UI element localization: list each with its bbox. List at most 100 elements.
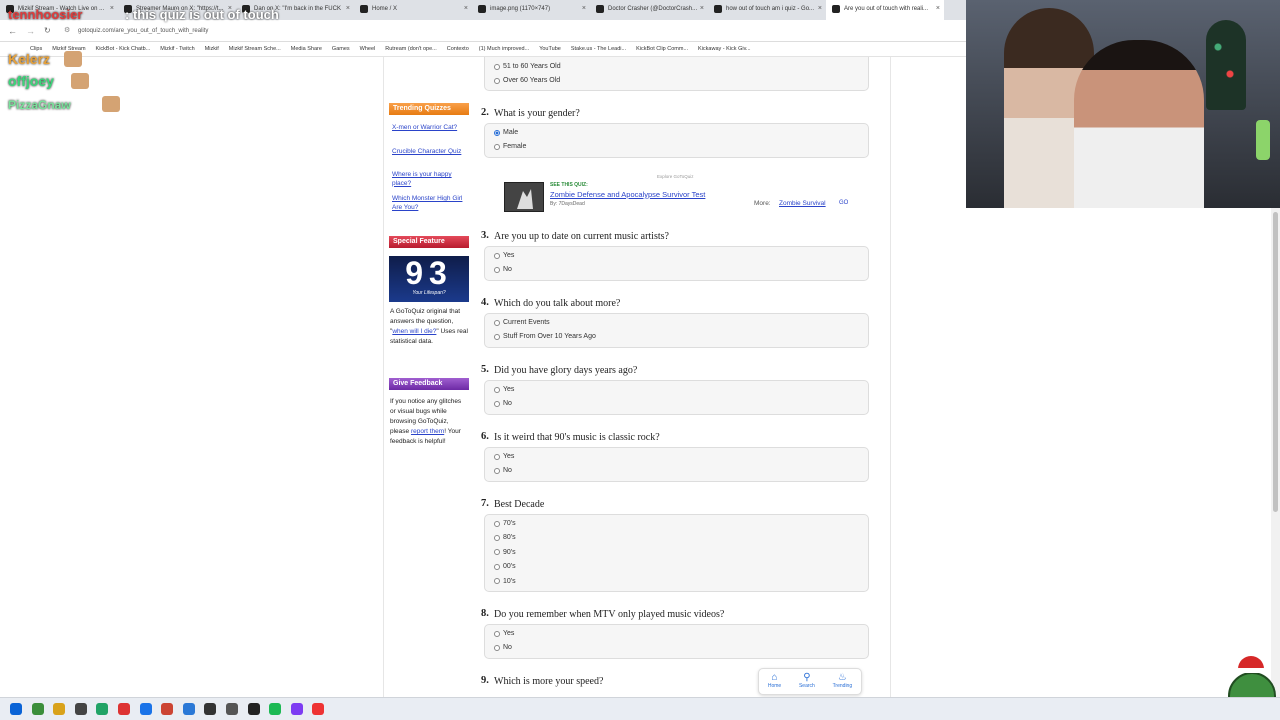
trending-link-4[interactable]: Which Monster High Girl Are You?: [392, 195, 468, 212]
radio-icon[interactable]: [494, 467, 500, 474]
answer-option[interactable]: 80's: [494, 534, 516, 541]
answer-option[interactable]: Yes: [494, 453, 514, 460]
nav-search[interactable]: ⚲ Search: [799, 672, 815, 694]
taskbar-app-icon[interactable]: [118, 703, 130, 715]
report-link[interactable]: report them: [411, 428, 444, 435]
close-tab-icon[interactable]: ×: [110, 5, 114, 12]
taskbar-app-icon[interactable]: [269, 703, 282, 715]
answer-option[interactable]: 90's: [494, 549, 516, 556]
radio-icon[interactable]: [494, 534, 500, 541]
taskbar-app-icon[interactable]: [312, 703, 325, 715]
scrollbar-thumb[interactable]: [1273, 212, 1278, 512]
radio-icon[interactable]: [494, 266, 500, 273]
more-topic-link[interactable]: Zombie Survival: [779, 200, 826, 207]
taskbar-app-icon[interactable]: [74, 703, 87, 715]
radio-icon[interactable]: [494, 129, 500, 136]
radio-icon[interactable]: [494, 77, 500, 84]
radio-icon[interactable]: [494, 386, 500, 393]
bookmark-item[interactable]: Mizkif: [205, 46, 219, 52]
radio-icon[interactable]: [494, 644, 500, 651]
trending-link-2[interactable]: Crucible Character Quiz: [392, 148, 468, 157]
bookmark-item[interactable]: YouTube: [539, 46, 561, 52]
answer-option[interactable]: Yes: [494, 630, 514, 637]
forward-icon[interactable]: →: [26, 26, 35, 36]
radio-icon[interactable]: [494, 549, 500, 556]
taskbar-app-icon[interactable]: [226, 703, 238, 715]
radio-icon[interactable]: [494, 63, 500, 70]
option-over-60[interactable]: Over 60 Years Old: [494, 77, 560, 84]
answer-option[interactable]: Yes: [494, 252, 514, 259]
url-field[interactable]: gotoquiz.com/are_you_out_of_touch_with_r…: [78, 28, 208, 34]
browser-tab[interactable]: how out of touch am i quiz - Go... ×: [708, 0, 826, 20]
nav-trending[interactable]: ♨ Trending: [833, 672, 853, 694]
bookmark-item[interactable]: Games: [332, 46, 350, 52]
radio-icon[interactable]: [494, 333, 500, 340]
taskbar-app-icon[interactable]: [53, 703, 66, 715]
browser-tab[interactable]: Home / X ×: [354, 0, 472, 20]
browser-tab[interactable]: Doctor Crasher (@DoctorCrash... ×: [590, 0, 708, 20]
browser-tab[interactable]: Are you out of touch with reali... ×: [826, 0, 944, 20]
bookmark-item[interactable]: KickBot - Kick Chatb...: [96, 46, 151, 52]
bookmark-item[interactable]: Contexto: [447, 46, 469, 52]
bookmark-item[interactable]: KickBot Clip Comm...: [636, 46, 688, 52]
radio-icon[interactable]: [494, 453, 500, 460]
radio-icon[interactable]: [494, 319, 500, 326]
answer-option[interactable]: 00's: [494, 563, 516, 570]
site-info-icon[interactable]: ⚙: [64, 26, 70, 34]
when-will-i-die-link[interactable]: when will I die?: [392, 328, 436, 335]
close-tab-icon[interactable]: ×: [700, 5, 704, 12]
question-number: 6.: [481, 431, 489, 442]
taskbar-app-icon[interactable]: [139, 703, 152, 715]
answer-option[interactable]: Yes: [494, 386, 514, 393]
taskbar-app-icon[interactable]: [204, 703, 217, 715]
option-51-60[interactable]: 51 to 60 Years Old: [494, 63, 561, 70]
bookmark-item[interactable]: Mizkif - Twitch: [160, 46, 194, 52]
close-tab-icon[interactable]: ×: [818, 5, 822, 12]
bookmark-item[interactable]: Media Share: [291, 46, 322, 52]
answer-option[interactable]: Male: [494, 129, 518, 136]
answer-option[interactable]: Female: [494, 143, 526, 150]
bookmark-item[interactable]: Rutream (don't ope...: [385, 46, 437, 52]
bookmark-item[interactable]: Mizkif Stream Sche...: [229, 46, 281, 52]
bookmark-item[interactable]: Stake.us - The Leadi...: [571, 46, 626, 52]
browser-tab[interactable]: image.png (1170×747) ×: [472, 0, 590, 20]
bookmark-item[interactable]: (1) Much improved...: [479, 46, 529, 52]
answer-option[interactable]: Current Events: [494, 319, 550, 326]
answer-option[interactable]: No: [494, 266, 512, 273]
answer-option[interactable]: 70's: [494, 520, 516, 527]
radio-icon[interactable]: [494, 520, 500, 527]
radio-icon[interactable]: [494, 400, 500, 407]
radio-icon[interactable]: [494, 630, 500, 637]
zombie-quiz-thumbnail[interactable]: [504, 182, 544, 212]
radio-icon[interactable]: [494, 563, 500, 570]
taskbar-app-icon[interactable]: [247, 703, 260, 715]
radio-icon[interactable]: [494, 578, 500, 585]
answer-option[interactable]: Stuff From Over 10 Years Ago: [494, 333, 596, 340]
close-tab-icon[interactable]: ×: [936, 5, 940, 12]
promo-quiz-link[interactable]: Zombie Defense and Apocalypse Survivor T…: [550, 190, 705, 199]
taskbar-app-icon[interactable]: [96, 703, 109, 715]
taskbar-app-icon[interactable]: [10, 703, 22, 715]
back-icon[interactable]: ←: [8, 26, 17, 36]
reload-icon[interactable]: ↻: [44, 26, 51, 35]
bookmark-item[interactable]: Kickaway - Kick Giv...: [698, 46, 750, 52]
taskbar-app-icon[interactable]: [182, 703, 195, 715]
answer-option[interactable]: No: [494, 467, 512, 474]
lifespan-feature-image[interactable]: 93 Your Lifespan?: [389, 256, 469, 302]
nav-home[interactable]: ⌂ Home: [768, 672, 781, 694]
radio-icon[interactable]: [494, 252, 500, 259]
answer-option[interactable]: No: [494, 644, 512, 651]
close-tab-icon[interactable]: ×: [464, 5, 468, 12]
taskbar-app-icon[interactable]: [161, 703, 174, 715]
taskbar-app-icon[interactable]: [31, 703, 44, 715]
go-arrow-icon[interactable]: GO: [839, 200, 848, 206]
trending-link-3[interactable]: Where is your happy place?: [392, 171, 468, 188]
bookmark-item[interactable]: Wheel: [360, 46, 376, 52]
radio-icon[interactable]: [494, 143, 500, 150]
close-tab-icon[interactable]: ×: [582, 5, 586, 12]
answer-option[interactable]: No: [494, 400, 512, 407]
trending-link-1[interactable]: X-men or Warrior Cat?: [392, 124, 468, 133]
answer-option[interactable]: 10's: [494, 578, 516, 585]
close-tab-icon[interactable]: ×: [346, 5, 350, 12]
taskbar-app-icon[interactable]: [290, 703, 303, 715]
